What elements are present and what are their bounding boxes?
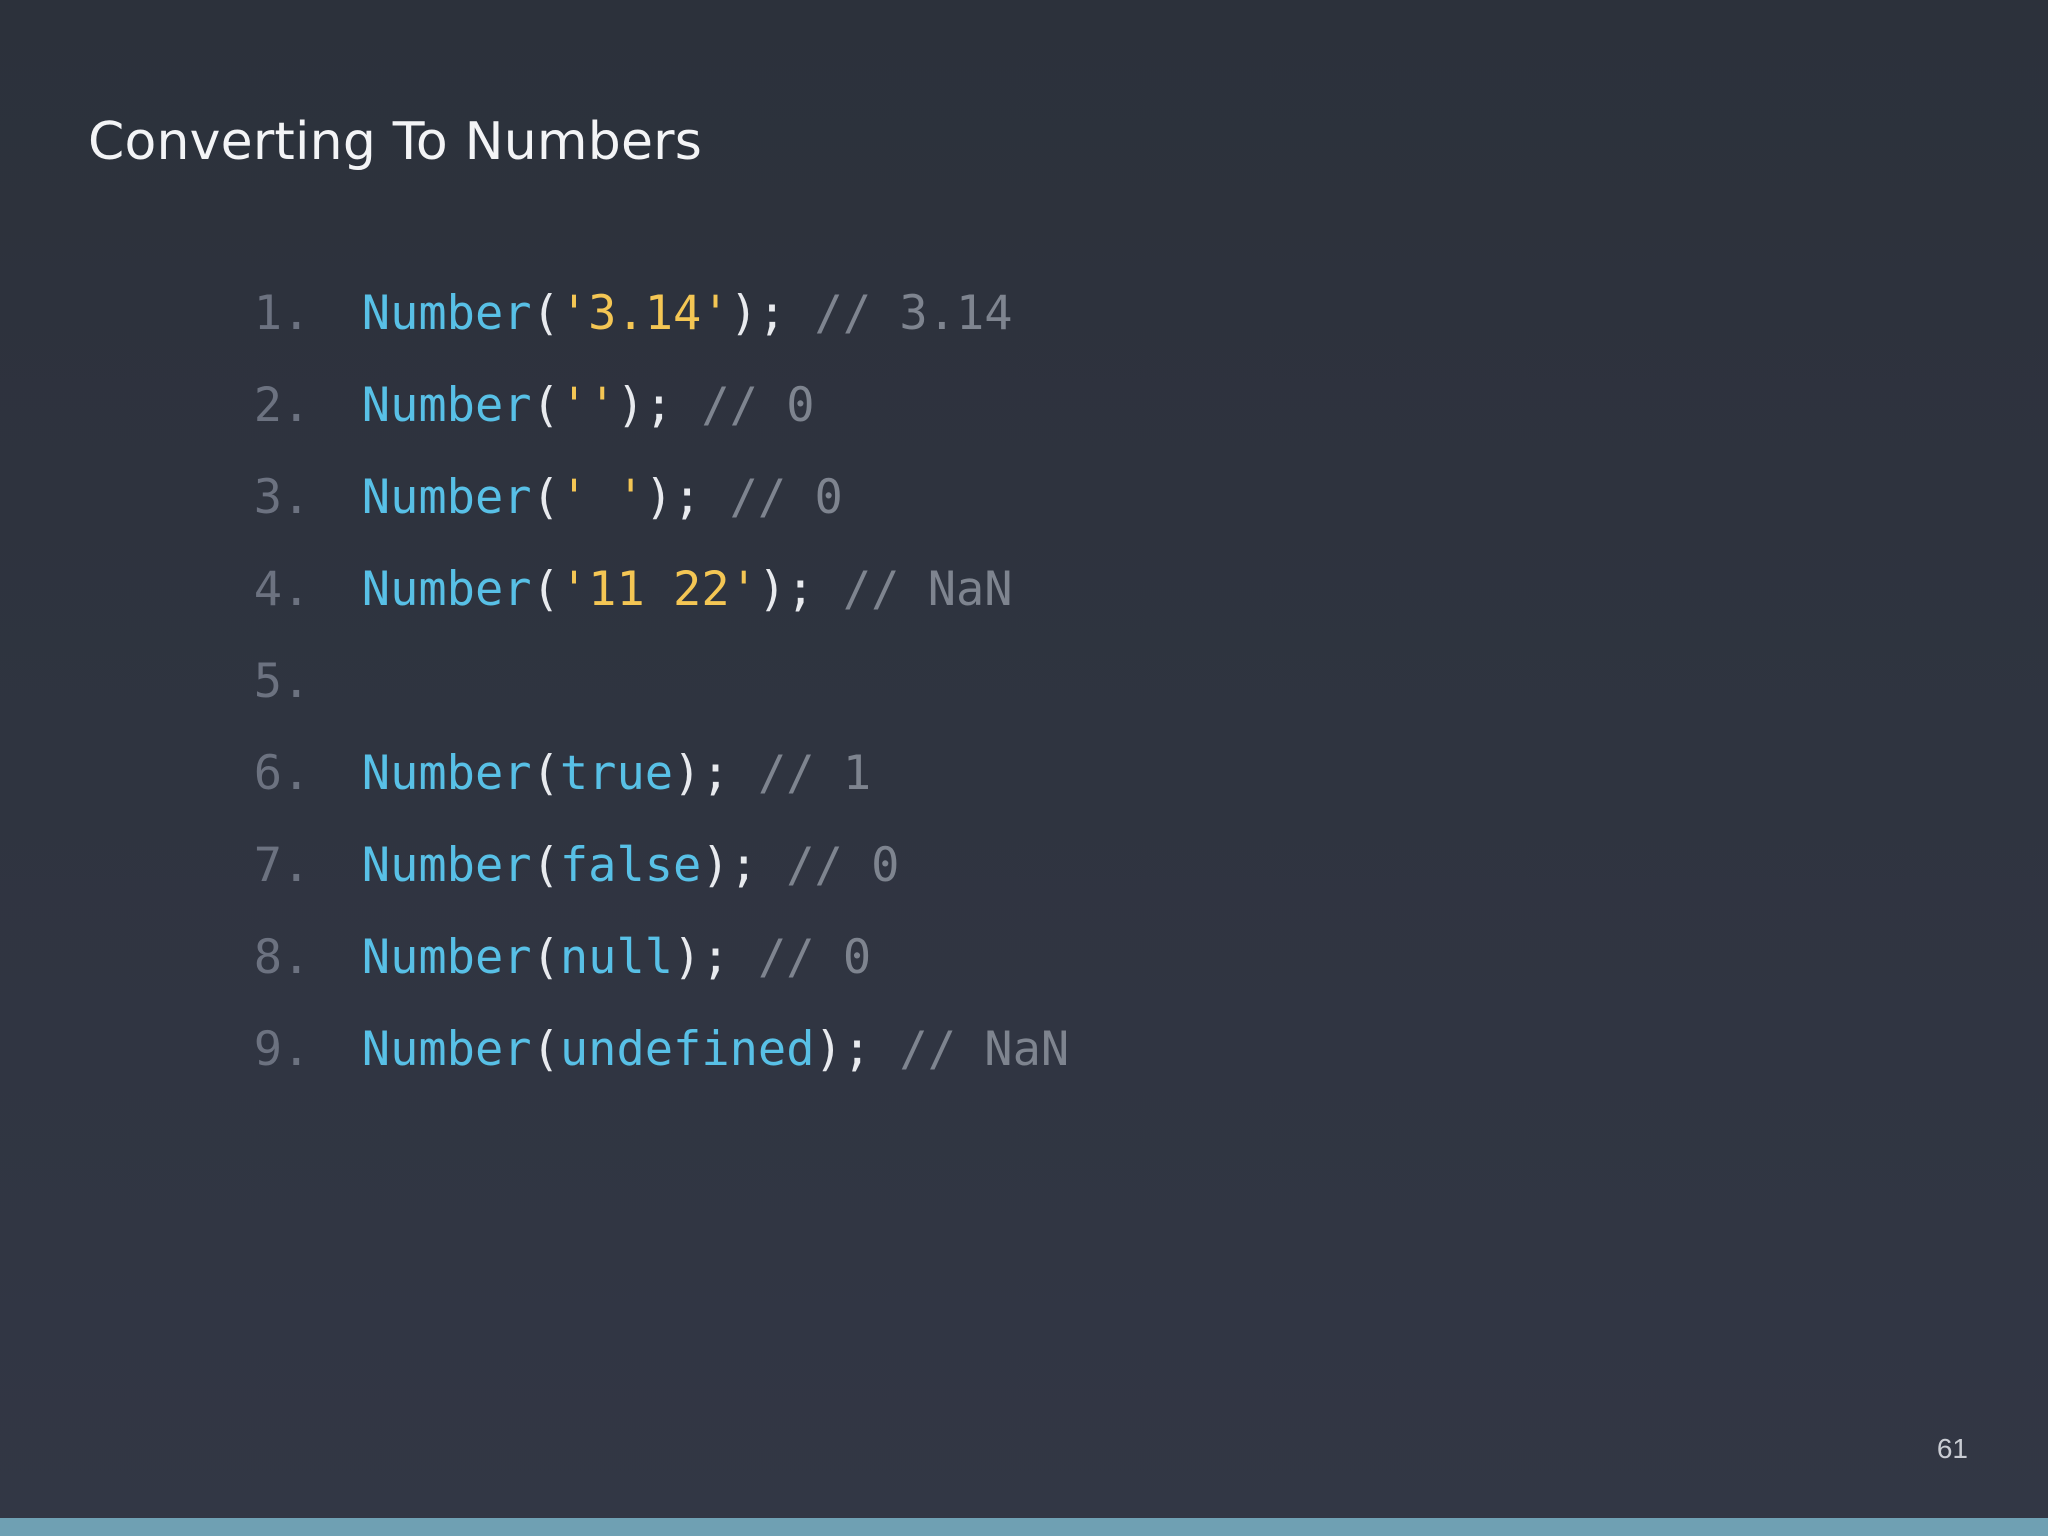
comment: // NaN — [899, 1022, 1070, 1077]
code-line: 6. Number(true); // 1 — [84, 684, 871, 801]
code-line: 1. Number('3.14'); // 3.14 — [84, 224, 1013, 341]
page-number: 61 — [1936, 1433, 1968, 1464]
code-line: 5. — [84, 592, 362, 709]
comment: // 3.14 — [814, 286, 1013, 341]
line-number: 9. — [253, 1022, 311, 1077]
code-line: 4. Number('11 22'); // NaN — [84, 500, 1013, 617]
open-paren: ( — [531, 562, 560, 617]
argument: '11 22' — [559, 562, 758, 617]
code-line: 9. Number(undefined); // NaN — [84, 960, 1069, 1077]
code-line: 2. Number(''); // 0 — [84, 316, 815, 433]
bottom-accent-bar — [0, 1518, 2048, 1536]
close-paren: ); — [814, 1022, 872, 1077]
code-line: 8. Number(null); // 0 — [84, 868, 871, 985]
argument: undefined — [559, 1022, 815, 1077]
function-name: Number — [361, 1022, 532, 1077]
function-name: Number — [361, 562, 532, 617]
slide-title: Converting To Numbers — [88, 112, 703, 172]
close-paren: ); — [757, 562, 815, 617]
code-line: 7. Number(false); // 0 — [84, 776, 900, 893]
code-line: 3. Number(' '); // 0 — [84, 408, 843, 525]
open-paren: ( — [531, 1022, 560, 1077]
comment: // NaN — [842, 562, 1013, 617]
slide: Converting To Numbers 1. Number('3.14'); … — [0, 0, 2048, 1536]
